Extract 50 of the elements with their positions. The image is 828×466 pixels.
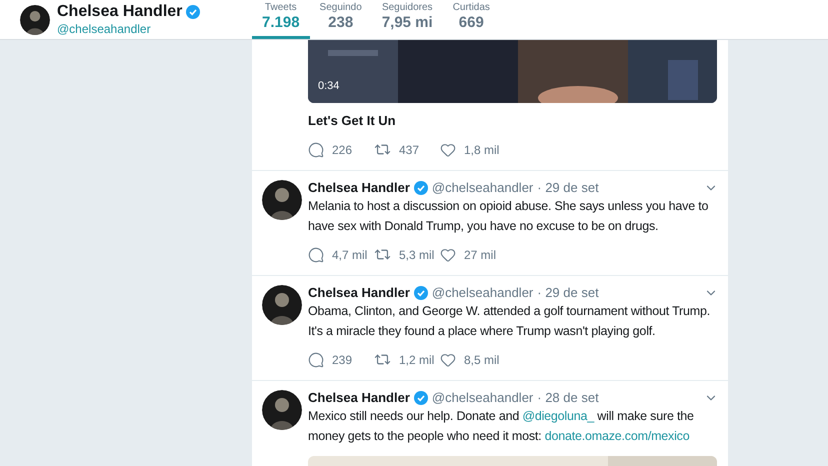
reply-count: 226 [332, 142, 352, 158]
heart-icon [440, 142, 456, 158]
card-title[interactable]: Let's Get It Un [308, 111, 718, 130]
tweet-date[interactable]: · 29 de set [537, 284, 599, 300]
heart-icon [440, 352, 456, 368]
tweet-date[interactable]: · 29 de set [537, 180, 599, 196]
avatar[interactable] [20, 4, 50, 34]
author-name[interactable]: Chelsea Handler [308, 180, 410, 196]
reply-count: 4,7 mil [332, 246, 368, 264]
profile-name: Chelsea Handler [57, 4, 182, 20]
retweet-button[interactable]: 5,3 mil [374, 246, 440, 264]
author-name[interactable]: Chelsea Handler [308, 284, 410, 300]
profile-stat-tab[interactable]: Seguidores 7,95 mi [372, 0, 443, 39]
speech-bubble-icon [308, 246, 324, 262]
profile-stat-tab[interactable]: Seguindo 238 [310, 0, 372, 39]
speech-bubble-icon [308, 142, 324, 158]
author-name[interactable]: Chelsea Handler [308, 390, 410, 406]
tweet-date[interactable]: · 28 de set [537, 390, 599, 406]
profile-stat-tab[interactable]: Curtidas 669 [442, 0, 500, 39]
like-button[interactable]: 1,8 mil [440, 140, 500, 158]
retweet-count: 1,2 mil [399, 352, 434, 368]
avatar[interactable] [262, 284, 302, 324]
reply-count: 239 [332, 352, 352, 368]
author-handle[interactable]: @chelseahandler [432, 284, 534, 300]
video-player[interactable]: 0:34 [308, 40, 717, 103]
like-button[interactable]: 8,5 mil [440, 350, 500, 368]
video-duration: 0:34 [318, 78, 340, 94]
author-handle[interactable]: @chelseahandler [432, 180, 534, 196]
avatar[interactable] [262, 180, 302, 220]
like-button[interactable]: 27 mil [440, 246, 496, 264]
tweet-text: Mexico still needs our help. Donate and @diegoluna_ will make sure the money gets to the people who need it most: donate.omaze.com/mexico [308, 408, 695, 445]
reply-button[interactable]: 4,7 mil [308, 246, 374, 264]
tweet-text: Melania to host a discussion on opioid abuse. She says unless you have to have sex with Donald Trump, you have no excuse to be on drugs. [308, 198, 710, 235]
speech-bubble-icon [308, 352, 324, 368]
reply-button[interactable]: 239 [308, 350, 374, 368]
tweet-text: Obama, Clinton, and George W. attended a golf tournament without Trump. It's a miracle they found a place where Trump wasn't playing golf. [308, 302, 712, 340]
profile-handle: @chelseahandler [57, 23, 152, 35]
like-count: 27 mil [464, 246, 496, 264]
tweet-link[interactable]: donate.omaze.com/mexico [544, 428, 690, 442]
retweet-count: 437 [399, 142, 420, 158]
avatar[interactable] [262, 390, 302, 430]
tweet-link[interactable]: @diegoluna_ [522, 408, 594, 422]
author-handle[interactable]: @chelseahandler [432, 390, 534, 406]
retweet-button[interactable]: 1,2 mil [374, 350, 440, 368]
like-count: 8,5 mil [464, 352, 500, 368]
like-count: 1,8 mil [464, 142, 500, 158]
retweet-button[interactable]: 437 [374, 140, 440, 158]
retweet-count: 5,3 mil [399, 246, 434, 264]
reply-button[interactable]: 226 [308, 140, 374, 158]
heart-icon [440, 246, 456, 262]
